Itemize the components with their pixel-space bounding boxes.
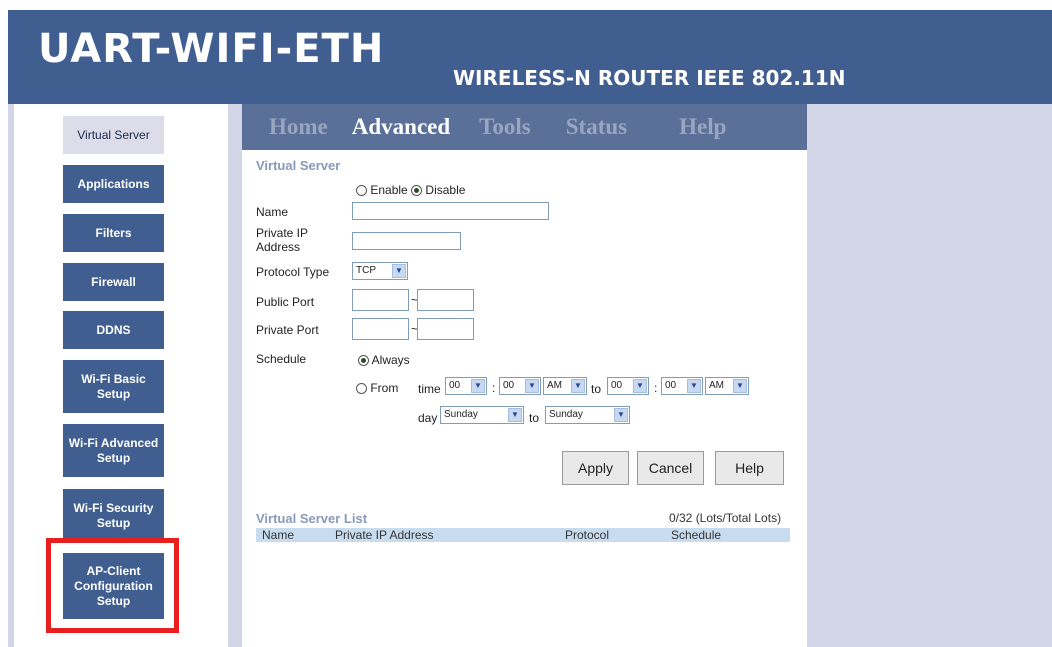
tab-status[interactable]: Status xyxy=(566,114,627,140)
start-minute-select[interactable]: 00 ▼ xyxy=(499,377,541,395)
always-label: Always xyxy=(371,353,410,367)
private-port-start-field[interactable] xyxy=(352,318,409,340)
content-area: Virtual Server Enable Disable Name Priva… xyxy=(242,150,807,647)
top-navigation: Home Advanced Tools Status Help xyxy=(242,104,807,150)
from-radio[interactable] xyxy=(356,383,367,394)
start-hour-value: 00 xyxy=(449,380,461,391)
from-option: From xyxy=(356,381,398,395)
private-port-end-field[interactable] xyxy=(417,318,474,340)
column-name: Name xyxy=(262,528,295,542)
private-ip-label: Private IP Address xyxy=(256,226,308,254)
enable-label: Enable xyxy=(370,183,408,197)
chevron-down-icon: ▼ xyxy=(508,408,522,422)
protocol-value: TCP xyxy=(356,265,376,276)
start-day-value: Sunday xyxy=(444,409,478,420)
sidebar-item-firewall[interactable]: Firewall xyxy=(63,263,164,301)
chevron-down-icon: ▼ xyxy=(633,379,647,393)
cancel-button[interactable]: Cancel xyxy=(637,451,704,485)
protocol-select[interactable]: TCP ▼ xyxy=(352,262,408,280)
end-ampm-select[interactable]: AM ▼ xyxy=(705,377,749,395)
public-port-start-field[interactable] xyxy=(352,289,409,311)
tab-help[interactable]: Help xyxy=(679,114,726,140)
sidebar-item-virtual-server[interactable]: Virtual Server xyxy=(63,116,164,154)
start-ampm-select[interactable]: AM ▼ xyxy=(543,377,587,395)
chevron-down-icon: ▼ xyxy=(392,264,406,278)
private-ip-field[interactable] xyxy=(352,232,461,250)
end-minute-value: 00 xyxy=(665,380,677,391)
time-label: time xyxy=(418,382,441,396)
tab-advanced[interactable]: Advanced xyxy=(352,114,450,140)
header-banner: UART-WIFI-ETH WIRELESS-N ROUTER IEEE 802… xyxy=(8,10,1052,104)
name-label: Name xyxy=(256,205,289,219)
column-private-ip: Private IP Address xyxy=(335,528,434,542)
sidebar-item-wifi-advanced-setup[interactable]: Wi-Fi Advanced Setup xyxy=(63,424,164,477)
column-schedule: Schedule xyxy=(671,528,722,542)
sidebar-item-wifi-basic-setup[interactable]: Wi-Fi Basic Setup xyxy=(63,360,164,413)
sidebar-item-ddns[interactable]: DDNS xyxy=(63,311,164,349)
highlight-box xyxy=(46,538,179,633)
disable-label: Disable xyxy=(425,183,466,197)
sidebar-item-wifi-security-setup[interactable]: Wi-Fi Security Setup xyxy=(63,489,164,542)
brand-title: UART-WIFI-ETH xyxy=(38,26,385,72)
tab-tools[interactable]: Tools xyxy=(479,114,531,140)
chevron-down-icon: ▼ xyxy=(571,379,585,393)
column-protocol: Protocol xyxy=(565,528,610,542)
list-count: 0/32 (Lots/Total Lots) xyxy=(669,511,782,525)
from-label: From xyxy=(370,381,399,395)
private-port-label: Private Port xyxy=(256,323,319,337)
end-minute-select[interactable]: 00 ▼ xyxy=(661,377,703,395)
name-field[interactable] xyxy=(352,202,549,220)
help-button[interactable]: Help xyxy=(715,451,784,485)
chevron-down-icon: ▼ xyxy=(687,379,701,393)
disable-radio[interactable] xyxy=(411,185,423,196)
end-hour-value: 00 xyxy=(611,380,623,391)
right-gutter xyxy=(807,104,1052,647)
end-hour-select[interactable]: 00 ▼ xyxy=(607,377,649,395)
time-to-label: to xyxy=(591,382,602,396)
brand-subtitle: WIRELESS-N ROUTER IEEE 802.11N xyxy=(453,66,846,90)
public-port-label: Public Port xyxy=(256,295,315,309)
protocol-label: Protocol Type xyxy=(256,265,330,279)
public-port-end-field[interactable] xyxy=(417,289,474,311)
schedule-label: Schedule xyxy=(256,352,307,366)
chevron-down-icon: ▼ xyxy=(614,408,628,422)
enable-radio-group: Enable Disable xyxy=(356,183,465,197)
always-radio[interactable] xyxy=(358,355,369,366)
section-title: Virtual Server xyxy=(256,158,341,173)
start-minute-value: 00 xyxy=(503,380,515,391)
start-colon: : xyxy=(492,381,496,395)
day-to-label: to xyxy=(529,411,540,425)
day-label: day xyxy=(418,411,438,425)
start-hour-select[interactable]: 00 ▼ xyxy=(445,377,487,395)
tab-home[interactable]: Home xyxy=(269,114,328,140)
sidebar-edge xyxy=(8,104,14,647)
start-ampm-value: AM xyxy=(547,380,562,391)
enable-radio[interactable] xyxy=(356,185,367,196)
chevron-down-icon: ▼ xyxy=(471,379,485,393)
end-ampm-value: AM xyxy=(709,380,724,391)
chevron-down-icon: ▼ xyxy=(525,379,539,393)
list-title: Virtual Server List xyxy=(256,511,368,526)
always-option: Always xyxy=(358,353,410,367)
sidebar-item-applications[interactable]: Applications xyxy=(63,165,164,203)
list-header-row: Name Private IP Address Protocol Schedul… xyxy=(256,528,790,542)
start-day-select[interactable]: Sunday ▼ xyxy=(440,406,524,424)
end-colon: : xyxy=(654,381,658,395)
end-day-value: Sunday xyxy=(549,409,583,420)
apply-button[interactable]: Apply xyxy=(562,451,629,485)
chevron-down-icon: ▼ xyxy=(733,379,747,393)
end-day-select[interactable]: Sunday ▼ xyxy=(545,406,630,424)
sidebar-item-filters[interactable]: Filters xyxy=(63,214,164,252)
left-gutter xyxy=(228,104,242,647)
